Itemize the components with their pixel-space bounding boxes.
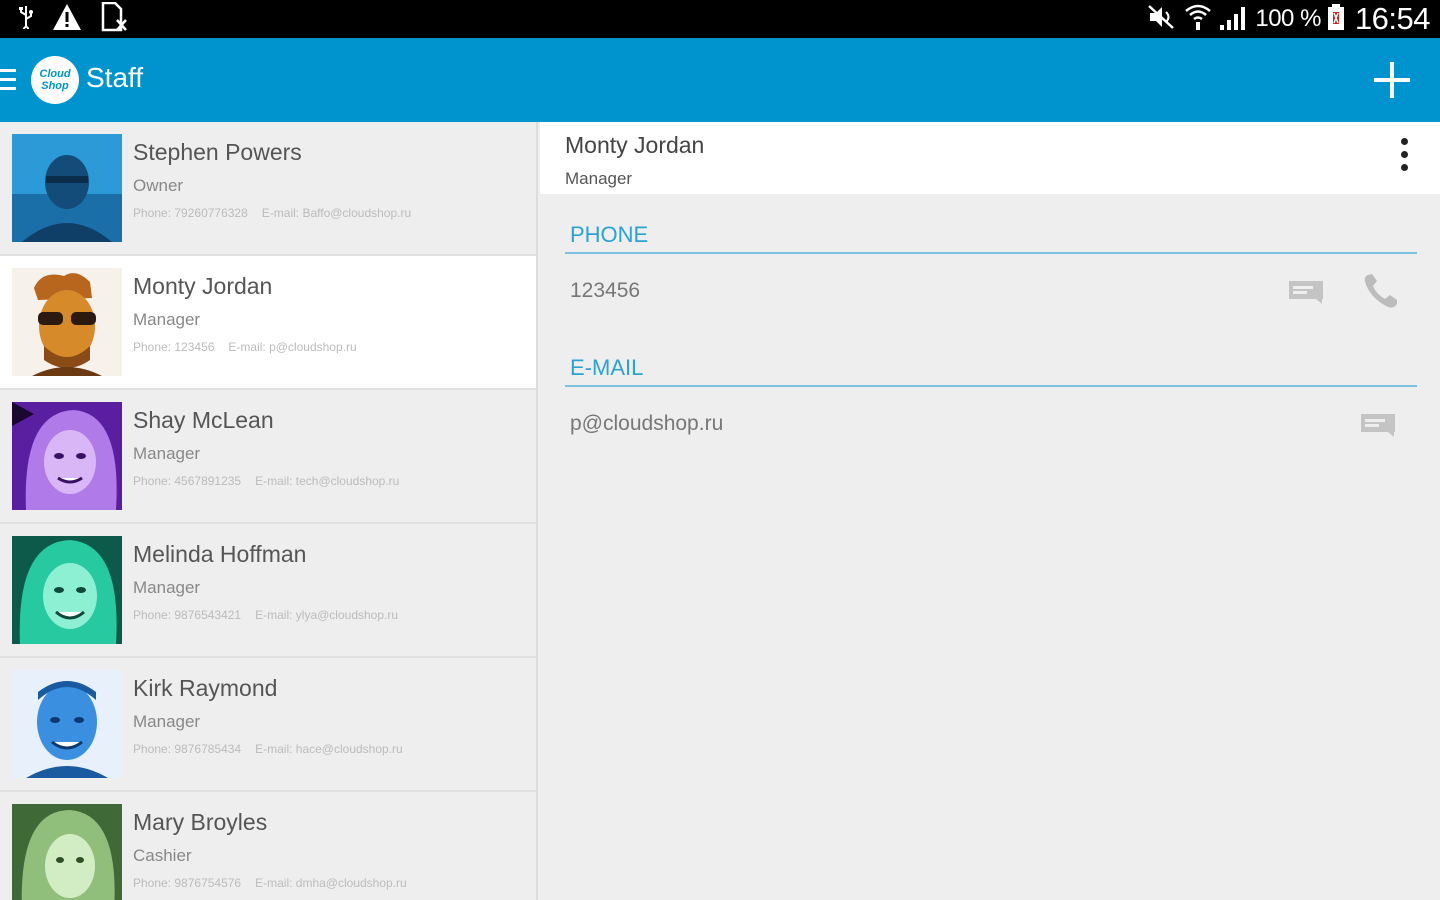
menu-icon[interactable] bbox=[0, 69, 16, 91]
email-section-title: E-MAIL bbox=[570, 355, 644, 380]
staff-name: Melinda Hoffman bbox=[133, 541, 307, 567]
staff-role: Owner bbox=[133, 176, 184, 195]
action-bar: Cloud Shop Staff bbox=[0, 38, 1440, 122]
staff-row-mary-broyles[interactable]: Mary Broyles Cashier Phone: 9876754576 E-… bbox=[0, 792, 536, 900]
staff-contacts: Phone: 9876543421 E-mail: ylya@cloudshop.… bbox=[133, 608, 412, 622]
staff-email: E-mail: Baffo@cloudshop.ru bbox=[261, 206, 412, 220]
mute-icon bbox=[1147, 4, 1177, 35]
staff-contacts: Phone: 123456 E-mail: p@cloudshop.ru bbox=[133, 340, 371, 354]
staff-photo bbox=[12, 804, 122, 900]
staff-email: E-mail: p@cloudshop.ru bbox=[228, 340, 357, 354]
app-logo: Cloud Shop bbox=[31, 56, 79, 104]
staff-phone: Phone: 123456 bbox=[133, 340, 215, 354]
staff-photo bbox=[12, 134, 122, 242]
staff-email: E-mail: ylya@cloudshop.ru bbox=[255, 608, 399, 622]
staff-photo bbox=[12, 670, 122, 778]
email-section-divider bbox=[565, 385, 1417, 387]
warning-icon bbox=[52, 3, 82, 36]
usb-icon bbox=[18, 5, 34, 34]
staff-name: Mary Broyles bbox=[133, 809, 268, 835]
staff-row-melinda-hoffman[interactable]: Melinda Hoffman Manager Phone: 987654342… bbox=[0, 524, 536, 658]
battery-percentage: 100 % bbox=[1255, 5, 1321, 32]
staff-email: E-mail: dmha@cloudshop.ru bbox=[255, 876, 407, 890]
message-icon[interactable] bbox=[1288, 280, 1324, 309]
staff-role: Manager bbox=[133, 712, 201, 731]
wifi-icon bbox=[1183, 2, 1213, 37]
phone-section-divider bbox=[565, 252, 1417, 254]
detail-role: Manager bbox=[565, 169, 633, 188]
add-staff-button[interactable] bbox=[1372, 60, 1412, 100]
staff-list: Stephen Powers Owner Phone: 79260776328 E… bbox=[0, 122, 538, 900]
staff-name: Shay McLean bbox=[133, 407, 274, 433]
email-value[interactable]: p@cloudshop.ru bbox=[570, 412, 723, 436]
staff-phone: Phone: 9876543421 bbox=[133, 608, 242, 622]
staff-name: Monty Jordan bbox=[133, 273, 273, 299]
staff-phone: Phone: 9876754576 bbox=[133, 876, 242, 890]
staff-name: Kirk Raymond bbox=[133, 675, 278, 701]
staff-contacts: Phone: 79260776328 E-mail: Baffo@cloudsho… bbox=[133, 206, 425, 220]
detail-name: Monty Jordan bbox=[565, 132, 705, 158]
send-email-icon[interactable] bbox=[1360, 413, 1396, 442]
call-icon[interactable] bbox=[1362, 272, 1400, 315]
page-title: Staff bbox=[86, 62, 144, 93]
staff-contacts: Phone: 9876754576 E-mail: dmha@cloudshop.… bbox=[133, 876, 421, 890]
staff-detail-panel: Monty Jordan Manager PHONE 123456 E-MAIL… bbox=[540, 122, 1440, 900]
more-options-icon[interactable] bbox=[1394, 138, 1414, 178]
staff-photo bbox=[12, 268, 122, 376]
phone-section-title: PHONE bbox=[570, 222, 649, 247]
status-bar: 100 % 16:54 bbox=[0, 0, 1440, 38]
staff-role: Manager bbox=[133, 444, 201, 463]
staff-email: E-mail: hace@cloudshop.ru bbox=[255, 742, 403, 756]
staff-contacts: Phone: 4567891235 E-mail: tech@cloudshop.… bbox=[133, 474, 413, 488]
staff-phone: Phone: 79260776328 bbox=[133, 206, 248, 220]
staff-name: Stephen Powers bbox=[133, 139, 302, 165]
staff-photo bbox=[12, 536, 122, 644]
staff-row-kirk-raymond[interactable]: Kirk Raymond Manager Phone: 9876785434 E-… bbox=[0, 658, 536, 792]
detail-header: Monty Jordan Manager bbox=[540, 122, 1440, 194]
staff-role: Manager bbox=[133, 310, 201, 329]
staff-role: Manager bbox=[133, 578, 201, 597]
plus-icon bbox=[1374, 62, 1410, 98]
staff-contacts: Phone: 9876785434 E-mail: hace@cloudshop.… bbox=[133, 742, 417, 756]
staff-row-shay-mclean[interactable]: Shay McLean Manager Phone: 4567891235 E-m… bbox=[0, 390, 536, 524]
signal-icon bbox=[1219, 3, 1249, 36]
staff-row-stephen-powers[interactable]: Stephen Powers Owner Phone: 79260776328 E… bbox=[0, 122, 536, 256]
staff-photo bbox=[12, 402, 122, 510]
sim-card-icon bbox=[100, 1, 128, 37]
staff-email: E-mail: tech@cloudshop.ru bbox=[255, 474, 400, 488]
clock: 16:54 bbox=[1354, 1, 1431, 36]
staff-row-monty-jordan[interactable]: Monty Jordan Manager Phone: 123456 E-mail… bbox=[0, 256, 536, 390]
staff-phone: Phone: 4567891235 bbox=[133, 474, 242, 488]
phone-value[interactable]: 123456 bbox=[570, 279, 640, 303]
staff-role: Cashier bbox=[133, 846, 192, 865]
staff-phone: Phone: 9876785434 bbox=[133, 742, 242, 756]
battery-icon bbox=[1327, 3, 1345, 36]
